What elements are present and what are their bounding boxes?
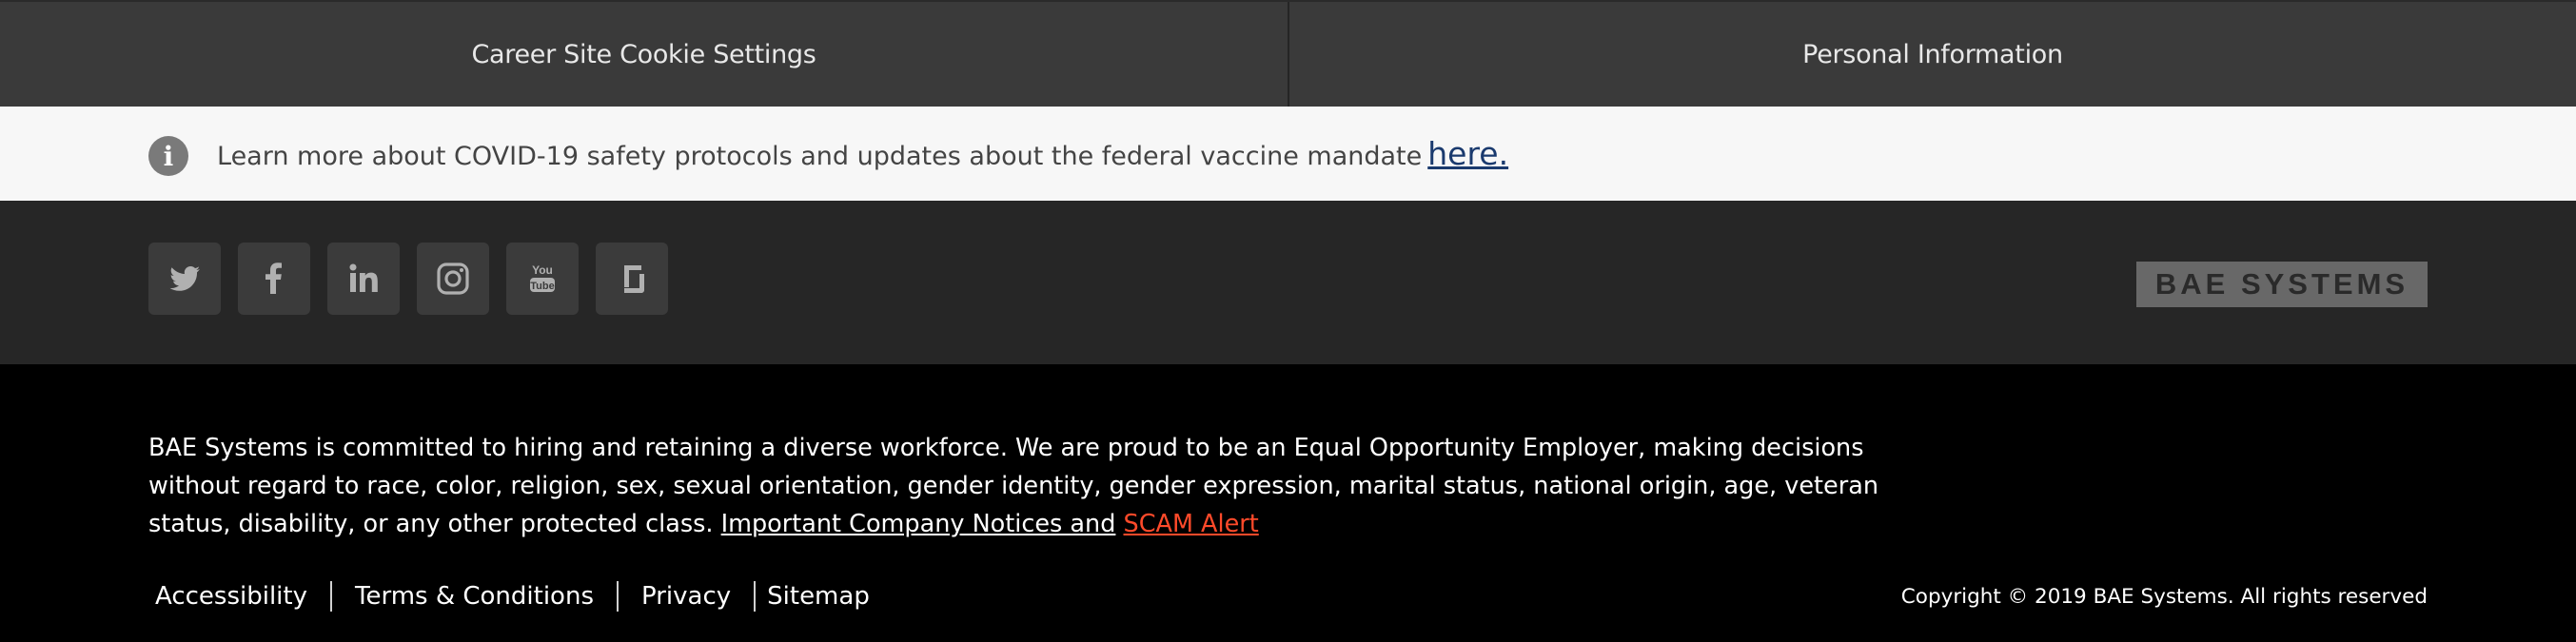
twitter-icon[interactable] <box>148 243 221 315</box>
instagram-icon[interactable] <box>417 243 489 315</box>
footer: BAE Systems is committed to hiring and r… <box>0 364 2576 642</box>
social-icons-row: You Tube <box>148 243 685 315</box>
covid-info-banner: i Learn more about COVID-19 safety proto… <box>0 107 2576 201</box>
info-icon: i <box>148 136 188 176</box>
footer-links: Accessibility Terms & Conditions Privacy… <box>148 578 893 614</box>
personal-information-link[interactable]: Personal Information <box>1289 2 2576 107</box>
covid-banner-message: Learn more about COVID-19 safety protoco… <box>217 142 1423 171</box>
terms-conditions-link[interactable]: Terms & Conditions <box>332 578 617 614</box>
svg-text:Tube: Tube <box>530 281 554 292</box>
glassdoor-icon[interactable] <box>596 243 668 315</box>
copyright-text: Copyright © 2019 BAE Systems. All rights… <box>1900 585 2428 609</box>
privacy-link[interactable]: Privacy <box>619 578 754 614</box>
linkedin-icon[interactable] <box>327 243 400 315</box>
scam-alert-link[interactable]: SCAM Alert <box>1124 510 1259 538</box>
cookie-settings-link[interactable]: Career Site Cookie Settings <box>0 2 1289 107</box>
svg-text:You: You <box>532 263 553 277</box>
important-notices-link[interactable]: Important Company Notices and <box>721 510 1116 538</box>
bae-systems-logo: BAE SYSTEMS <box>2136 262 2428 307</box>
accessibility-link[interactable]: Accessibility <box>148 578 330 614</box>
sitemap-link[interactable]: Sitemap <box>756 578 893 614</box>
social-bar: You Tube BAE SYSTEMS <box>0 201 2576 364</box>
facebook-icon[interactable] <box>238 243 310 315</box>
top-navigation-bar: Career Site Cookie Settings Personal Inf… <box>0 0 2576 107</box>
covid-here-link[interactable]: here. <box>1427 135 1508 172</box>
covid-banner-text: Learn more about COVID-19 safety protoco… <box>217 135 1508 172</box>
eeo-statement: BAE Systems is committed to hiring and r… <box>148 429 1928 543</box>
youtube-icon[interactable]: You Tube <box>506 243 579 315</box>
